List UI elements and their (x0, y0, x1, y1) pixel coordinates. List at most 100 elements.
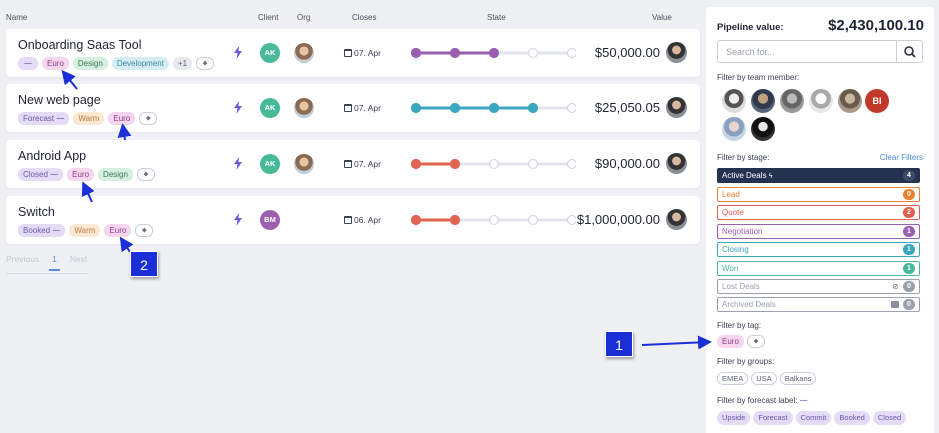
tag-chip[interactable]: Design (72, 57, 108, 70)
tag-filter-euro[interactable]: Euro (717, 335, 744, 348)
deal-card[interactable]: Switch Booked ⁓ Warm Euro ⬥ BM 06. Apr $… (6, 196, 700, 244)
col-closes[interactable]: Closes (352, 13, 376, 22)
stage-step[interactable] (449, 214, 461, 226)
stage-step[interactable] (410, 214, 422, 226)
org-avatar[interactable] (294, 154, 314, 174)
tag-icon[interactable]: ⬥ (746, 335, 765, 348)
stage-step[interactable] (449, 47, 461, 59)
tag-icon[interactable]: ⬥ (139, 112, 158, 125)
team-member-avatar[interactable] (809, 89, 833, 113)
stage-filter-lead[interactable]: Lead 0 (717, 187, 920, 202)
deal-card[interactable]: Onboarding Saas Tool ⁓ Euro Design Devel… (6, 29, 700, 77)
tag-icon[interactable]: ⬥ (196, 57, 215, 70)
tag-chip[interactable]: Euro (104, 224, 132, 237)
deal-card[interactable]: New web page Forecast ⁓ Warm Euro ⬥ AK 0… (6, 84, 700, 132)
stage-filter-negotiation[interactable]: Negotiation 1 (717, 224, 920, 239)
tag-chip[interactable]: Design (98, 168, 133, 181)
tag-chip[interactable]: Warm (73, 112, 105, 125)
deal-title[interactable]: Switch (18, 205, 55, 219)
stage-step[interactable] (488, 102, 500, 114)
col-client[interactable]: Client (258, 13, 278, 22)
previous-page-link[interactable]: Previous (6, 254, 39, 271)
client-avatar[interactable]: BM (260, 210, 280, 230)
tag-chip[interactable]: Euro (67, 168, 95, 181)
tag-chip[interactable]: Development (111, 57, 169, 70)
stage-progress[interactable] (410, 214, 576, 226)
stage-step[interactable] (527, 102, 539, 114)
team-member-avatar[interactable] (751, 89, 775, 113)
forecast-chip[interactable]: Closed ⁓ (18, 168, 64, 181)
tag-chip[interactable]: Euro (42, 57, 69, 70)
owner-avatar[interactable] (666, 42, 687, 63)
deal-title[interactable]: New web page (18, 93, 101, 107)
forecast-filter-upside[interactable]: Upside (717, 411, 751, 425)
team-member-avatar[interactable] (780, 89, 804, 113)
team-member-avatar[interactable] (838, 89, 862, 113)
deal-title[interactable]: Onboarding Saas Tool (18, 38, 141, 52)
stage-step[interactable] (527, 214, 539, 226)
stage-filter-active[interactable]: Active Deals ϟ 4 (717, 168, 920, 183)
search-input[interactable] (718, 41, 898, 62)
team-member-initials[interactable]: BI (865, 89, 889, 113)
owner-avatar[interactable] (666, 209, 687, 230)
tag-chip[interactable]: Euro (108, 112, 136, 125)
org-avatar[interactable] (294, 98, 314, 118)
forecast-icon[interactable]: ⁓ (18, 57, 38, 70)
bolt-icon[interactable] (234, 213, 242, 226)
tag-icon[interactable]: ⬥ (135, 224, 154, 237)
group-filter-usa[interactable]: USA (751, 372, 777, 385)
stage-filter-won[interactable]: Won 1 (717, 261, 920, 276)
client-avatar[interactable]: AK (260, 98, 280, 118)
team-member-avatar[interactable] (751, 117, 775, 141)
deal-title[interactable]: Android App (18, 149, 86, 163)
stage-progress[interactable] (410, 158, 576, 170)
owner-avatar[interactable] (666, 153, 687, 174)
forecast-filter-forecast[interactable]: Forecast (753, 411, 793, 425)
bolt-icon[interactable] (234, 157, 242, 170)
stage-step[interactable] (566, 47, 577, 59)
stage-step[interactable] (527, 158, 539, 170)
stage-step[interactable] (449, 102, 461, 114)
stage-filter-archived[interactable]: Archived Deals 0 (717, 297, 920, 312)
stage-step[interactable] (527, 47, 539, 59)
bolt-icon[interactable] (234, 101, 242, 114)
col-state[interactable]: State (487, 13, 506, 22)
stage-step[interactable] (449, 158, 461, 170)
stage-step[interactable] (488, 158, 500, 170)
stage-progress[interactable] (410, 47, 576, 59)
client-avatar[interactable]: AK (260, 154, 280, 174)
forecast-filter-commit[interactable]: Commit (795, 411, 832, 425)
search-button[interactable] (896, 41, 922, 62)
col-org[interactable]: Org (297, 13, 310, 22)
stage-step[interactable] (566, 102, 577, 114)
forecast-chip[interactable]: Forecast ⁓ (18, 112, 70, 125)
forecast-filter-booked[interactable]: Booked (834, 411, 870, 425)
stage-progress[interactable] (410, 102, 576, 114)
group-filter-emea[interactable]: EMEA (717, 372, 749, 385)
org-avatar[interactable] (294, 43, 314, 63)
more-tags-chip[interactable]: +1 (172, 57, 193, 70)
stage-step[interactable] (410, 102, 422, 114)
group-filter-balkans[interactable]: Balkans (779, 372, 817, 385)
stage-filter-quote[interactable]: Quote 2 (717, 205, 920, 220)
stage-step[interactable] (566, 214, 577, 226)
stage-filter-lost[interactable]: Lost Deals ⊘ 0 (717, 279, 920, 294)
next-page-link[interactable]: Next (70, 254, 87, 271)
tag-icon[interactable]: ⬥ (136, 168, 155, 181)
col-value[interactable]: Value (652, 13, 672, 22)
client-avatar[interactable]: AK (260, 43, 280, 63)
owner-avatar[interactable] (666, 97, 687, 118)
team-member-avatar[interactable] (722, 89, 746, 113)
stage-filter-closing[interactable]: Closing 1 (717, 242, 920, 257)
stage-step[interactable] (410, 158, 422, 170)
stage-step[interactable] (488, 214, 500, 226)
forecast-filter-closed[interactable]: Closed (872, 411, 907, 425)
team-member-avatar[interactable] (722, 117, 746, 141)
deal-card[interactable]: Android App Closed ⁓ Euro Design ⬥ AK 07… (6, 140, 700, 188)
clear-filters-link[interactable]: Clear Filters (880, 153, 923, 162)
forecast-chip[interactable]: Booked ⁓ (18, 224, 66, 237)
col-name[interactable]: Name (6, 13, 27, 22)
tag-chip[interactable]: Warm (69, 224, 101, 237)
stage-step[interactable] (566, 158, 577, 170)
stage-step[interactable] (488, 47, 500, 59)
